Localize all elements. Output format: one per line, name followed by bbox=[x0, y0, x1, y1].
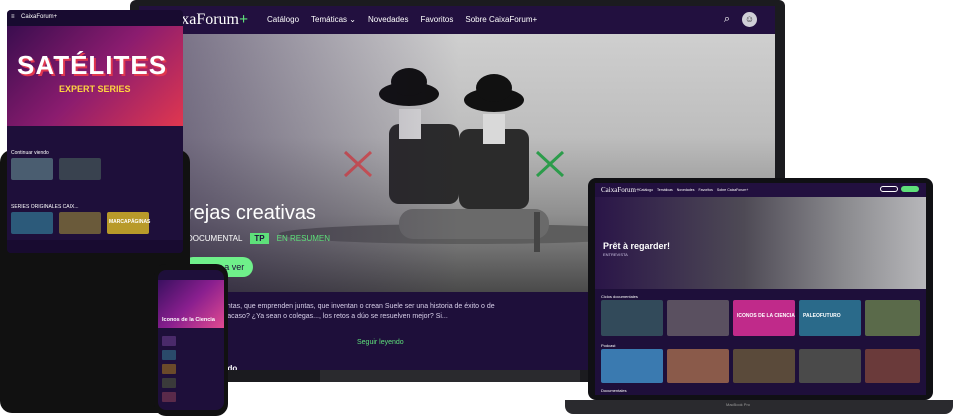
thumbnail[interactable] bbox=[865, 300, 920, 336]
laptop-brand: MacBook Pro bbox=[726, 402, 751, 407]
laptop-base bbox=[565, 400, 953, 414]
thumbnail[interactable] bbox=[11, 158, 53, 180]
meta-type: DOCUMENTAL bbox=[187, 234, 243, 243]
read-more-link[interactable]: Seguir leyendo bbox=[357, 339, 404, 346]
section-label: Documentales bbox=[601, 388, 627, 393]
tablet-screen: ≡ CaixaForum+ SATÉLITES EXPERT SERIES Co… bbox=[7, 10, 183, 253]
list-thumbnail[interactable] bbox=[162, 392, 176, 402]
nav-item[interactable]: Sobre CaixaForum+ bbox=[717, 188, 748, 192]
list-thumbnail[interactable] bbox=[162, 364, 176, 374]
tv-nav-icons: ⌕ ☺ bbox=[724, 12, 757, 27]
tv-nav-menu: Catálogo Temáticas ⌄ Novedades Favoritos… bbox=[267, 15, 537, 24]
tv-stand bbox=[320, 370, 580, 382]
signup-button[interactable] bbox=[901, 186, 919, 192]
nav-item-tematicas[interactable]: Temáticas ⌄ bbox=[311, 15, 356, 24]
nav-item-novedades[interactable]: Novedades bbox=[368, 15, 408, 24]
laptop-nav-buttons bbox=[880, 186, 920, 192]
tablet-topbar: ≡ CaixaForum+ bbox=[7, 10, 183, 26]
tv-navbar: CaixaForum+ Catálogo Temáticas ⌄ Novedad… bbox=[139, 6, 775, 34]
thumbnail[interactable] bbox=[733, 349, 795, 383]
thumbnail[interactable] bbox=[59, 158, 101, 180]
nav-item-catalogo[interactable]: Catálogo bbox=[267, 15, 299, 24]
thumbnail-caption: PALEOFUTURO bbox=[803, 313, 841, 319]
originals-label: SERIES ORIGINALES CAIX... bbox=[11, 204, 79, 210]
tablet-hero-subtitle: EXPERT SERIES bbox=[59, 84, 131, 94]
hero-title: rejas creativas bbox=[187, 202, 316, 224]
nav-item-sobre[interactable]: Sobre CaixaForum+ bbox=[465, 15, 537, 24]
tablet-bottom-nav bbox=[7, 240, 183, 253]
thumbnail[interactable] bbox=[11, 212, 53, 234]
nav-item[interactable]: Catálogo bbox=[639, 188, 653, 192]
avatar-icon[interactable]: ☺ bbox=[742, 12, 757, 27]
age-rating-badge: TP bbox=[250, 233, 269, 244]
list-thumbnail[interactable] bbox=[162, 350, 176, 360]
nav-item[interactable]: Temáticas bbox=[657, 188, 673, 192]
thumbnail[interactable] bbox=[799, 349, 861, 383]
thumbnail[interactable] bbox=[601, 300, 663, 336]
chevron-down-icon: ⌄ bbox=[349, 15, 356, 24]
laptop-nav-menu: Catálogo Temáticas Novedades Favoritos S… bbox=[639, 188, 748, 192]
meta-summary: EN RESUMEN bbox=[276, 234, 330, 243]
hero-meta: DOCUMENTAL TP EN RESUMEN bbox=[187, 233, 330, 244]
nav-item-favoritos[interactable]: Favoritos bbox=[420, 15, 453, 24]
list-thumbnail[interactable] bbox=[162, 378, 176, 388]
thumbnail[interactable] bbox=[601, 349, 663, 383]
thumbnail-caption: ICONOS DE LA CIENCIA bbox=[737, 313, 795, 319]
thumbnail[interactable] bbox=[667, 349, 729, 383]
search-icon[interactable]: ⌕ bbox=[724, 13, 730, 26]
thumbnail[interactable]: ICONOS DE LA CIENCIA bbox=[733, 300, 795, 336]
list-thumbnail[interactable] bbox=[162, 336, 176, 346]
laptop-navbar: CaixaForum+ Catálogo Temáticas Novedades… bbox=[595, 183, 926, 197]
menu-icon[interactable]: ≡ bbox=[11, 14, 15, 20]
login-button[interactable] bbox=[880, 186, 898, 192]
thumbnail-caption: MARCAPÁGINAS bbox=[109, 219, 151, 225]
thumbnail[interactable] bbox=[865, 349, 920, 383]
thumbnail[interactable] bbox=[667, 300, 729, 336]
thumbnail[interactable]: PALEOFUTURO bbox=[799, 300, 861, 336]
nav-item[interactable]: Novedades bbox=[677, 188, 695, 192]
tablet-hero-title: SATÉLITES bbox=[17, 50, 168, 80]
laptop-screen: CaixaForum+ Catálogo Temáticas Novedades… bbox=[595, 183, 926, 395]
section-label: Ciclos documentales bbox=[601, 294, 638, 299]
tablet-logo[interactable]: CaixaForum+ bbox=[21, 14, 57, 20]
laptop-hero-subtitle: ENTREVISTA bbox=[603, 252, 628, 257]
phone-screen: Iconos de la Ciencia bbox=[158, 270, 224, 410]
nav-item[interactable]: Favoritos bbox=[699, 188, 713, 192]
section-label: Podcast bbox=[601, 343, 616, 348]
hero-description: untas, que emprenden juntas, que inventa… bbox=[223, 303, 495, 320]
laptop-logo[interactable]: CaixaForum+ bbox=[601, 186, 640, 194]
continue-watching-label: Continuar viendo bbox=[11, 150, 49, 156]
thumbnail[interactable] bbox=[59, 212, 101, 234]
thumbnail[interactable]: MARCAPÁGINAS bbox=[107, 212, 151, 234]
laptop-hero-title: Prêt à regarder! bbox=[603, 241, 671, 251]
phone-title: Iconos de la Ciencia bbox=[162, 317, 215, 323]
